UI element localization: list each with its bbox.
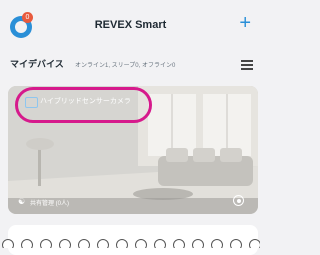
app-header: 0 REVEX Smart +	[0, 0, 261, 52]
highlight-annotation	[15, 87, 152, 123]
add-device-button[interactable]: +	[239, 13, 251, 33]
share-management-label[interactable]: 共有管理 (0人)	[30, 198, 69, 207]
my-devices-row: マイデバイス オンライン1, スリープ0, オフライン0	[0, 54, 261, 74]
app-title: REVEX Smart	[94, 19, 167, 31]
menu-icon[interactable]	[241, 60, 253, 70]
section-title: マイデバイス	[10, 59, 64, 69]
share-icon: ☯	[18, 197, 26, 206]
loading-dots	[2, 236, 260, 248]
device-status-summary: オンライン1, スリープ0, オフライン0	[75, 63, 176, 69]
settings-icon[interactable]	[233, 195, 244, 206]
